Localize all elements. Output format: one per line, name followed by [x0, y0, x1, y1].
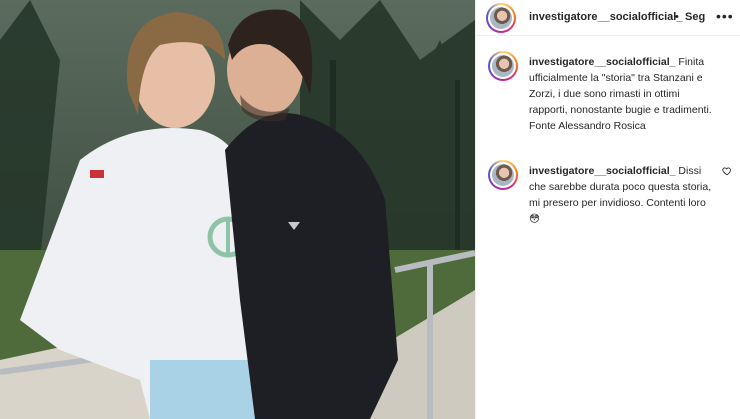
comment-body: investigatore__socialofficial_ Finita uf…	[529, 54, 717, 134]
comment-username[interactable]: investigatore__socialofficial_	[529, 165, 675, 177]
post-image	[0, 0, 475, 419]
heart-icon[interactable]	[722, 166, 732, 176]
comment-body: investigatore__socialofficial_ Dissi che…	[529, 163, 714, 227]
avatar[interactable]	[486, 3, 516, 33]
profile-picture	[492, 55, 514, 77]
post-details-panel: investigatore__socialofficial_ • Seg •••…	[475, 0, 740, 419]
follow-button[interactable]: Seg	[685, 11, 705, 23]
more-horizontal-icon[interactable]: •••	[716, 8, 734, 24]
comment-username[interactable]: investigatore__socialofficial_	[529, 56, 675, 68]
post-header: investigatore__socialofficial_ • Seg •••	[476, 0, 740, 36]
post-photo[interactable]	[0, 0, 475, 419]
avatar[interactable]	[488, 51, 518, 81]
profile-picture	[490, 7, 512, 29]
avatar[interactable]	[488, 160, 518, 190]
header-username[interactable]: investigatore__socialofficial_	[529, 11, 682, 23]
profile-picture	[492, 164, 514, 186]
separator-dot: •	[675, 11, 679, 23]
